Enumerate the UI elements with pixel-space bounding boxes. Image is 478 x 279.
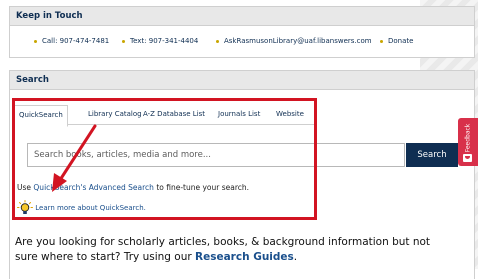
promo-end: . [293,251,298,263]
research-guides-link[interactable]: Research Guides [195,251,294,263]
feedback-label: Feedback [464,123,472,153]
keep-in-touch-box: Keep in Touch Call: 907-474-7481 Text: 9… [9,6,475,58]
annotation-highlight-frame [12,98,317,220]
email-link[interactable]: AskRasmusonLibrary@uaf.libanswers.com [216,37,372,45]
search-box-title: Search [10,71,474,90]
keep-in-touch-title: Keep in Touch [10,7,474,26]
search-button[interactable]: Search [406,143,458,167]
call-link[interactable]: Call: 907-474-7481 [34,37,109,45]
donate-link[interactable]: Donate [380,37,413,45]
feedback-tab[interactable]: Feedback [458,118,478,166]
research-guides-promo: Are you looking for scholarly articles, … [15,235,455,265]
text-link[interactable]: Text: 907-341-4404 [122,37,198,45]
feedback-icon [463,154,472,162]
